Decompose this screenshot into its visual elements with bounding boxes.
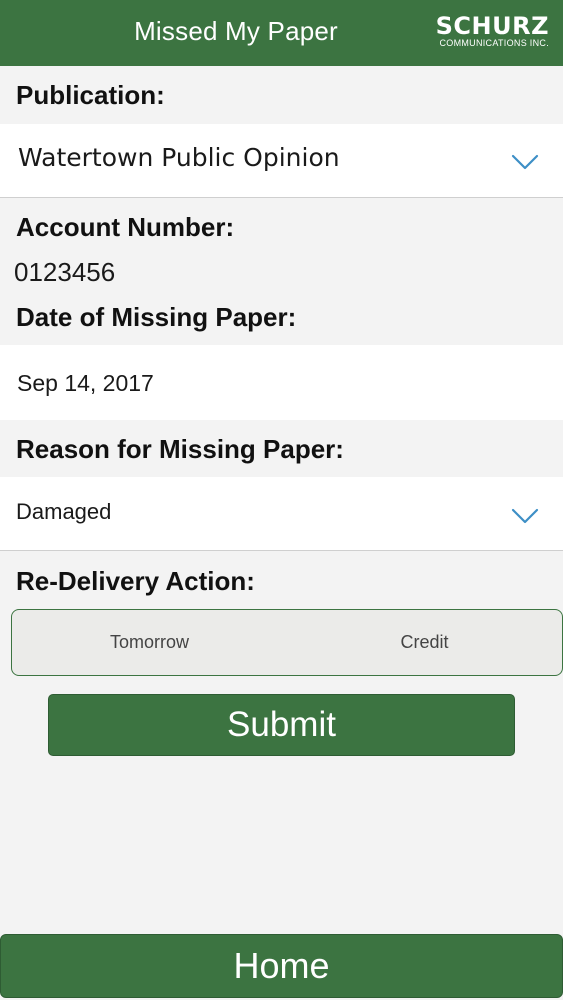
divider <box>0 550 563 551</box>
logo-subtitle: COMMUNICATIONS INC. <box>439 38 549 48</box>
schurz-logo: SCHURZ COMMUNICATIONS INC. <box>421 14 549 48</box>
reason-label: Reason for Missing Paper: <box>16 434 344 464</box>
app-header: Missed My Paper SCHURZ COMMUNICATIONS IN… <box>0 0 563 66</box>
home-button[interactable]: Home <box>0 934 563 998</box>
redelivery-label: Re-Delivery Action: <box>16 566 255 596</box>
chevron-down-icon <box>511 508 539 524</box>
account-number-label: Account Number: <box>16 212 235 242</box>
publication-select[interactable]: Watertown Public Opinion <box>0 124 563 197</box>
date-label: Date of Missing Paper: <box>16 302 297 332</box>
reason-value: Damaged <box>16 499 112 524</box>
publication-value: Watertown Public Opinion <box>18 143 340 172</box>
redelivery-segmented-control[interactable]: Tomorrow Credit <box>11 609 563 676</box>
date-field[interactable]: Sep 14, 2017 <box>0 345 563 420</box>
segment-tomorrow[interactable]: Tomorrow <box>12 610 287 675</box>
submit-button[interactable]: Submit <box>48 694 515 756</box>
reason-select[interactable]: Damaged <box>0 477 563 550</box>
logo-wordmark: SCHURZ <box>435 12 549 40</box>
chevron-down-icon <box>511 154 539 170</box>
page-title: Missed My Paper <box>134 16 338 46</box>
date-value: Sep 14, 2017 <box>17 370 154 396</box>
divider <box>0 197 563 198</box>
segment-credit[interactable]: Credit <box>287 610 562 675</box>
publication-label: Publication: <box>16 80 165 110</box>
account-number-value: 0123456 <box>14 257 116 287</box>
